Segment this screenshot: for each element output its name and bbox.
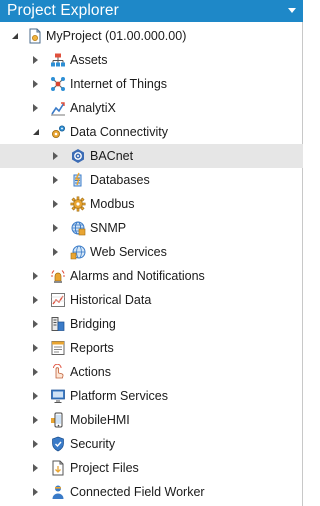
expand-arrow-icon[interactable] bbox=[33, 296, 38, 304]
tree-node-label: Project Files bbox=[70, 461, 139, 475]
tree-node-label: Historical Data bbox=[70, 293, 152, 307]
expand-arrow-icon[interactable] bbox=[33, 392, 38, 400]
tree-node-label: Security bbox=[70, 437, 116, 451]
alarm-icon bbox=[50, 268, 66, 284]
expand-arrow-icon[interactable] bbox=[53, 176, 58, 184]
platform-services-icon bbox=[50, 388, 66, 404]
expand-arrow-icon[interactable] bbox=[33, 272, 38, 280]
mobile-hmi-icon bbox=[50, 412, 66, 428]
project-files-icon bbox=[50, 460, 66, 476]
expand-arrow-icon[interactable] bbox=[33, 320, 38, 328]
tree-node-label: Bridging bbox=[70, 317, 116, 331]
tree-node-databases[interactable]: Databases bbox=[0, 168, 303, 192]
tree-node-platform-services[interactable]: Platform Services bbox=[0, 384, 303, 408]
tree-node-label: Actions bbox=[70, 365, 111, 379]
tree-node-label: Databases bbox=[90, 173, 150, 187]
tree-node-analytix[interactable]: AnalytiX bbox=[0, 96, 303, 120]
expand-arrow-icon[interactable] bbox=[33, 56, 38, 64]
expand-arrow-icon[interactable] bbox=[53, 152, 58, 160]
collapse-arrow-icon[interactable] bbox=[33, 129, 39, 135]
expand-arrow-icon[interactable] bbox=[53, 200, 58, 208]
expand-arrow-icon[interactable] bbox=[33, 368, 38, 376]
tree-node-label: Connected Field Worker bbox=[70, 485, 205, 499]
tree-node-label: MobileHMI bbox=[70, 413, 130, 427]
tree-node-bridging[interactable]: Bridging bbox=[0, 312, 303, 336]
tree-node-data-connectivity[interactable]: Data Connectivity bbox=[0, 120, 303, 144]
collapse-arrow-icon[interactable] bbox=[12, 33, 18, 39]
tree-node-assets[interactable]: Assets bbox=[0, 48, 303, 72]
tree-node-label: Internet of Things bbox=[70, 77, 168, 91]
modbus-icon bbox=[70, 196, 86, 212]
tree-node-label: MyProject (01.00.000.00) bbox=[46, 29, 187, 43]
tree-node-label: Modbus bbox=[90, 197, 135, 211]
tree-node-mobilehmi[interactable]: MobileHMI bbox=[0, 408, 303, 432]
tree-node-security[interactable]: Security bbox=[0, 432, 303, 456]
tree-node-bacnet[interactable]: BACnet bbox=[0, 144, 303, 168]
tree-node-label: Data Connectivity bbox=[70, 125, 168, 139]
tree-node-reports[interactable]: Reports bbox=[0, 336, 303, 360]
panel-title: Project Explorer bbox=[7, 2, 119, 19]
databases-icon bbox=[70, 172, 86, 188]
expand-arrow-icon[interactable] bbox=[53, 248, 58, 256]
analytix-icon bbox=[50, 100, 66, 116]
expand-arrow-icon[interactable] bbox=[33, 440, 38, 448]
title-bar: Project Explorer bbox=[0, 0, 303, 22]
snmp-icon bbox=[70, 220, 86, 236]
expand-arrow-icon[interactable] bbox=[33, 344, 38, 352]
connected-field-worker-icon bbox=[50, 484, 66, 500]
tree-node-label: Alarms and Notifications bbox=[70, 269, 205, 283]
tree-node-actions[interactable]: Actions bbox=[0, 360, 303, 384]
tree-node-modbus[interactable]: Modbus bbox=[0, 192, 303, 216]
expand-arrow-icon[interactable] bbox=[53, 224, 58, 232]
tree-node-label: BACnet bbox=[90, 149, 134, 163]
tree-node-myproject[interactable]: MyProject (01.00.000.00) bbox=[0, 24, 303, 48]
bridging-icon bbox=[50, 316, 66, 332]
tree-node-label: SNMP bbox=[90, 221, 127, 235]
historical-data-icon bbox=[50, 292, 66, 308]
project-tree: MyProject (01.00.000.00) Assets Internet… bbox=[0, 24, 303, 504]
reports-icon bbox=[50, 340, 66, 356]
tree-node-label: AnalytiX bbox=[70, 101, 116, 115]
iot-icon bbox=[50, 76, 66, 92]
expand-arrow-icon[interactable] bbox=[33, 488, 38, 496]
web-services-icon bbox=[70, 244, 86, 260]
tree-node-snmp[interactable]: SNMP bbox=[0, 216, 303, 240]
tree-node-internet-of-things[interactable]: Internet of Things bbox=[0, 72, 303, 96]
tree-node-alarms-and-notifications[interactable]: Alarms and Notifications bbox=[0, 264, 303, 288]
expand-arrow-icon[interactable] bbox=[33, 416, 38, 424]
expand-arrow-icon[interactable] bbox=[33, 464, 38, 472]
expand-arrow-icon[interactable] bbox=[33, 104, 38, 112]
security-icon bbox=[50, 436, 66, 452]
tree-node-label: Platform Services bbox=[70, 389, 168, 403]
tree-node-historical-data[interactable]: Historical Data bbox=[0, 288, 303, 312]
tree-node-label: Assets bbox=[70, 53, 108, 67]
tree-node-project-files[interactable]: Project Files bbox=[0, 456, 303, 480]
tree-node-label: Reports bbox=[70, 341, 114, 355]
project-icon bbox=[27, 28, 43, 44]
tree-node-label: Web Services bbox=[90, 245, 167, 259]
data-connectivity-icon bbox=[50, 124, 66, 140]
assets-icon bbox=[50, 52, 66, 68]
bacnet-icon bbox=[70, 148, 86, 164]
panel-menu-chevron-icon[interactable] bbox=[288, 8, 296, 13]
expand-arrow-icon[interactable] bbox=[33, 80, 38, 88]
tree-node-connected-field-worker[interactable]: Connected Field Worker bbox=[0, 480, 303, 504]
project-explorer-panel: Project Explorer MyProject (01.00.000.00… bbox=[0, 0, 303, 506]
tree-node-web-services[interactable]: Web Services bbox=[0, 240, 303, 264]
actions-icon bbox=[50, 364, 66, 380]
